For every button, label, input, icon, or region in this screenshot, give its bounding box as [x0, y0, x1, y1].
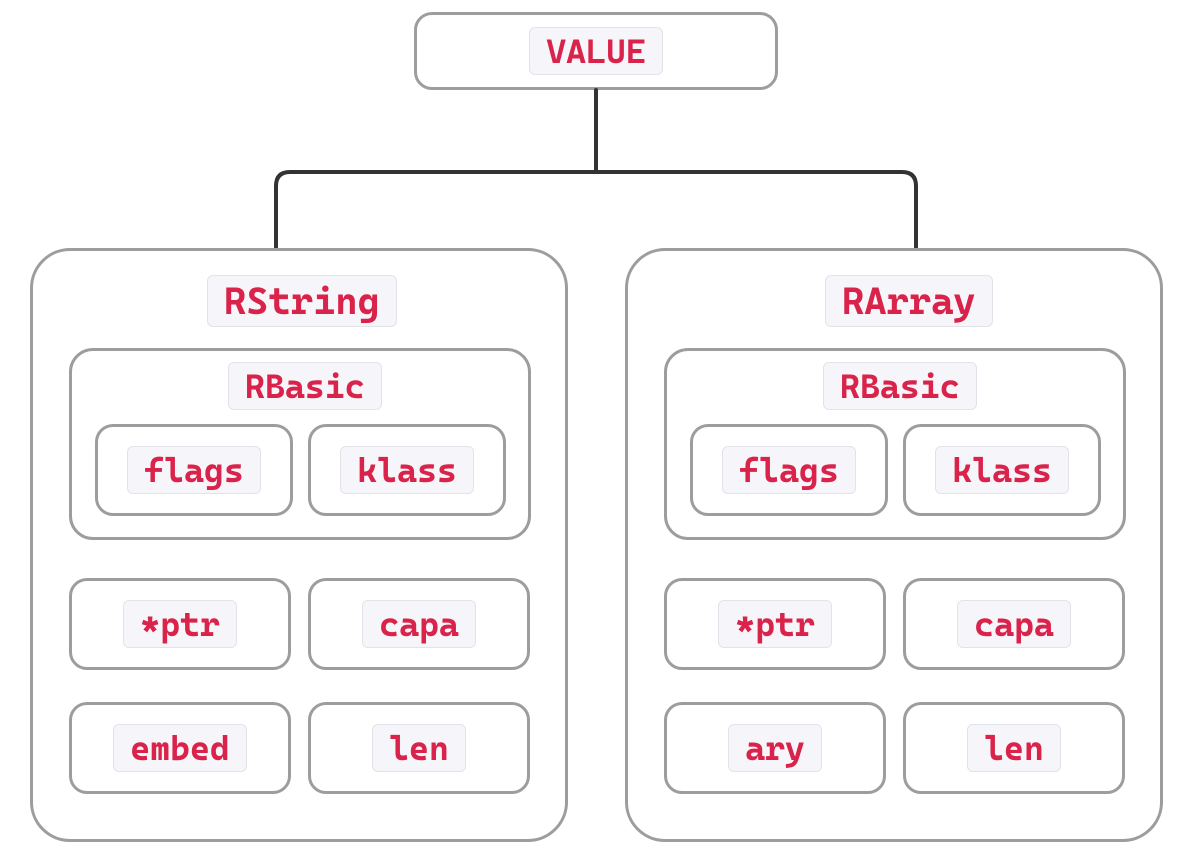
rstring-capa-box: capa	[308, 578, 530, 670]
rarray-ary-box: ary	[664, 702, 886, 794]
rarray-len: len	[967, 724, 1061, 772]
rarray-flags-box: flags	[690, 424, 888, 516]
rstring-ptr-box: *ptr	[69, 578, 291, 670]
rstring-capa: capa	[362, 600, 476, 648]
rstring-flags: flags	[127, 446, 261, 494]
root-label: VALUE	[529, 27, 663, 75]
rstring-klass-box: klass	[308, 424, 506, 516]
rstring-klass: klass	[340, 446, 474, 494]
rstring-title: RString	[207, 275, 397, 327]
rstring-len: len	[372, 724, 466, 772]
rarray-klass: klass	[935, 446, 1069, 494]
rstring-ptr: *ptr	[123, 600, 237, 648]
rarray-ptr: *ptr	[718, 600, 832, 648]
rarray-klass-box: klass	[903, 424, 1101, 516]
rstring-flags-box: flags	[95, 424, 293, 516]
rarray-len-box: len	[903, 702, 1125, 794]
rarray-flags: flags	[722, 446, 856, 494]
rstring-rbasic-title: RBasic	[228, 362, 382, 410]
rarray-capa-box: capa	[903, 578, 1125, 670]
rarray-ary: ary	[728, 724, 822, 772]
rarray-ptr-box: *ptr	[664, 578, 886, 670]
root-box: VALUE	[414, 12, 778, 90]
rarray-rbasic-title: RBasic	[823, 362, 977, 410]
rarray-title: RArray	[825, 275, 993, 327]
rstring-embed-box: embed	[69, 702, 291, 794]
rstring-len-box: len	[308, 702, 530, 794]
rstring-embed: embed	[113, 724, 247, 772]
rarray-capa: capa	[957, 600, 1071, 648]
